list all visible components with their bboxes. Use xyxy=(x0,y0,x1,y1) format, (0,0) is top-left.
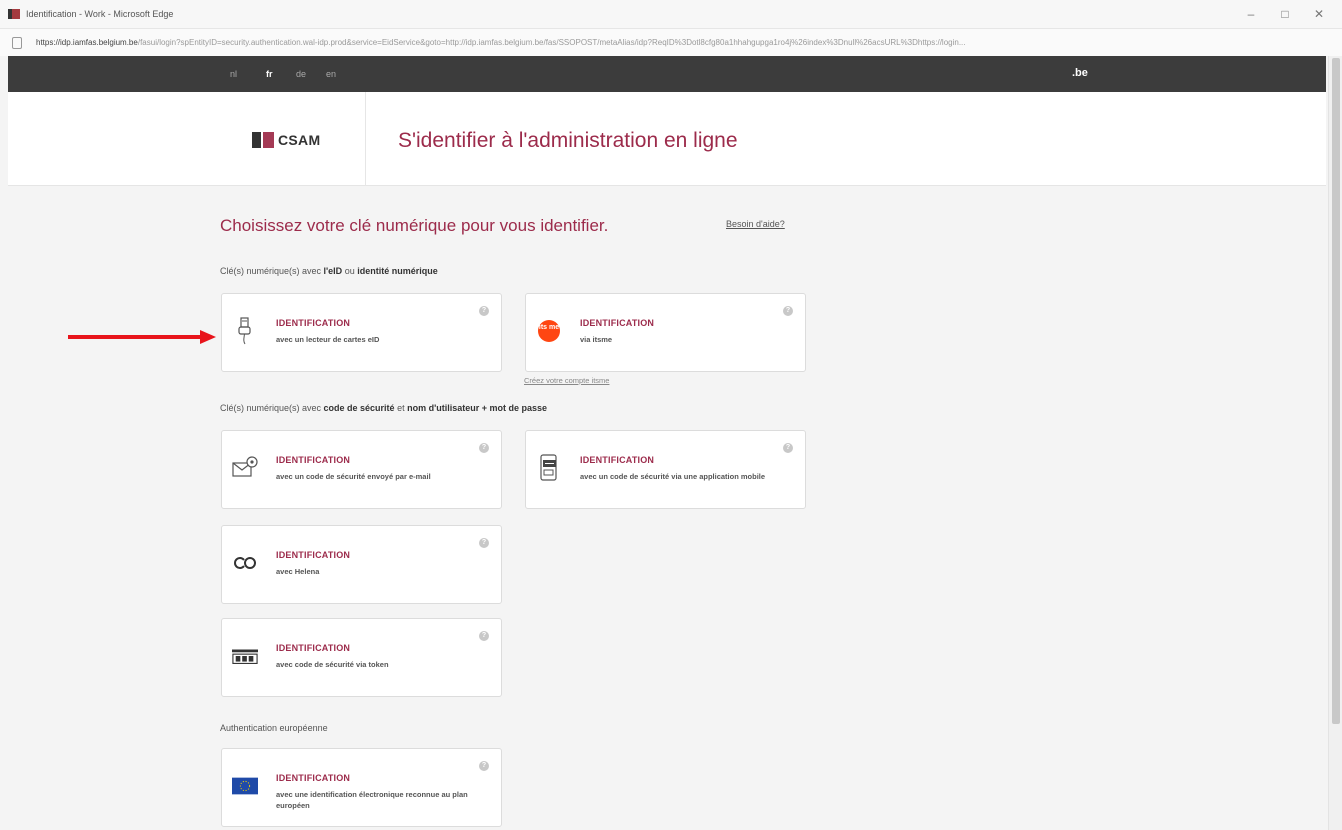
option-title: IDENTIFICATION xyxy=(276,643,351,653)
page-title: S'identifier à l'administration en ligne xyxy=(398,129,738,152)
itsme-logo-text: its me xyxy=(538,320,560,342)
maximize-button[interactable]: □ xyxy=(1268,7,1302,21)
section-label-text: et xyxy=(394,403,408,413)
lang-de-link[interactable]: de xyxy=(296,69,306,79)
login-option-itsme[interactable]: its me IDENTIFICATION via itsme ? xyxy=(525,293,806,372)
help-icon[interactable]: ? xyxy=(479,443,489,453)
option-title: IDENTIFICATION xyxy=(580,455,655,465)
url-field[interactable]: https://idp.iamfas.belgium.be/fasui/logi… xyxy=(36,38,1326,47)
help-icon[interactable]: ? xyxy=(479,761,489,771)
option-description: avec un lecteur de cartes eID xyxy=(276,335,380,344)
login-option-helena[interactable]: IDENTIFICATION avec Helena ? xyxy=(221,525,502,604)
eu-flag-icon xyxy=(232,771,258,801)
option-title: IDENTIFICATION xyxy=(276,318,351,328)
mobile-app-icon xyxy=(536,453,562,483)
section-label-bold: code de sécurité xyxy=(323,403,395,413)
email-icon xyxy=(232,453,258,483)
section-label-text: Clé(s) numérique(s) avec xyxy=(220,403,324,413)
app-icon xyxy=(8,8,20,20)
help-icon[interactable]: ? xyxy=(783,443,793,453)
option-title: IDENTIFICATION xyxy=(276,550,351,560)
minimize-button[interactable]: – xyxy=(1234,7,1268,21)
header-divider xyxy=(365,92,366,186)
login-option-eid[interactable]: IDENTIFICATION avec un lecteur de cartes… xyxy=(221,293,502,372)
page-header: CSAM S'identifier à l'administration en … xyxy=(8,92,1326,186)
section-label-security-code: Clé(s) numérique(s) avec code de sécurit… xyxy=(220,403,547,413)
option-description: via itsme xyxy=(580,335,613,344)
section-label-eid: Clé(s) numérique(s) avec l'eID ou identi… xyxy=(220,266,438,276)
red-arrow-icon xyxy=(68,330,216,344)
card-reader-icon xyxy=(232,316,258,346)
helena-icon xyxy=(232,548,258,578)
option-title: IDENTIFICATION xyxy=(276,455,351,465)
language-bar: nl fr de en .be xyxy=(8,56,1326,92)
section-heading: Choisissez votre clé numérique pour vous… xyxy=(220,216,609,235)
option-title: IDENTIFICATION xyxy=(276,773,351,783)
csam-logo[interactable]: CSAM xyxy=(252,132,320,148)
section-label-text: ou xyxy=(342,266,358,276)
create-itsme-account-link[interactable]: Créez votre compte itsme xyxy=(524,376,609,385)
section-label-text: Authentication européenne xyxy=(220,723,328,733)
login-option-european-eid[interactable]: IDENTIFICATION avec une identification é… xyxy=(221,748,502,827)
url-host: https://idp.iamfas.belgium.be xyxy=(36,38,138,47)
option-description: avec un code de sécurité via une applica… xyxy=(580,472,766,481)
help-icon[interactable]: ? xyxy=(479,631,489,641)
section-label-text: Clé(s) numérique(s) avec xyxy=(220,266,324,276)
page-info-icon[interactable] xyxy=(12,36,22,49)
main-content: Choisissez votre clé numérique pour vous… xyxy=(8,186,1326,830)
title-bar: Identification - Work - Microsoft Edge –… xyxy=(0,0,1342,28)
browser-window: Identification - Work - Microsoft Edge –… xyxy=(0,0,1342,830)
section-label-bold: nom d'utilisateur + mot de passe xyxy=(407,403,547,413)
option-description: avec un code de sécurité envoyé par e-ma… xyxy=(276,472,431,481)
help-link[interactable]: Besoin d'aide? xyxy=(726,219,785,229)
option-description: avec Helena xyxy=(276,567,320,576)
section-label-european: Authentication européenne xyxy=(220,723,328,733)
url-path: /fasui/login?spEntityID=security.authent… xyxy=(137,38,966,47)
login-option-email-code[interactable]: IDENTIFICATION avec un code de sécurité … xyxy=(221,430,502,509)
help-icon[interactable]: ? xyxy=(479,538,489,548)
lang-en-link[interactable]: en xyxy=(326,69,336,79)
csam-logo-text: CSAM xyxy=(278,132,321,148)
section-label-bold: identité numérique xyxy=(357,266,438,276)
option-description: avec une identification électronique rec… xyxy=(276,790,468,810)
option-description: avec code de sécurité via token xyxy=(276,660,389,669)
option-title: IDENTIFICATION xyxy=(580,318,655,328)
token-icon xyxy=(232,641,258,671)
vertical-scrollbar[interactable] xyxy=(1328,56,1342,830)
scrollbar-thumb[interactable] xyxy=(1332,58,1340,724)
lang-nl-link[interactable]: nl xyxy=(230,69,237,79)
itsme-icon: its me xyxy=(536,316,562,346)
close-button[interactable]: ✕ xyxy=(1302,7,1336,21)
window-controls: – □ ✕ xyxy=(1234,0,1336,28)
login-option-mobile-app[interactable]: IDENTIFICATION avec un code de sécurité … xyxy=(525,430,806,509)
section-label-bold: l'eID xyxy=(323,266,343,276)
help-icon[interactable]: ? xyxy=(479,306,489,316)
login-option-token[interactable]: IDENTIFICATION avec code de sécurité via… xyxy=(221,618,502,697)
address-bar[interactable]: https://idp.iamfas.belgium.be/fasui/logi… xyxy=(0,28,1342,56)
window-title: Identification - Work - Microsoft Edge xyxy=(26,9,174,19)
help-icon[interactable]: ? xyxy=(783,306,793,316)
lang-fr-link[interactable]: fr xyxy=(266,69,273,79)
csam-logo-mark-icon xyxy=(252,132,274,148)
be-logo[interactable]: .be xyxy=(1072,67,1088,79)
